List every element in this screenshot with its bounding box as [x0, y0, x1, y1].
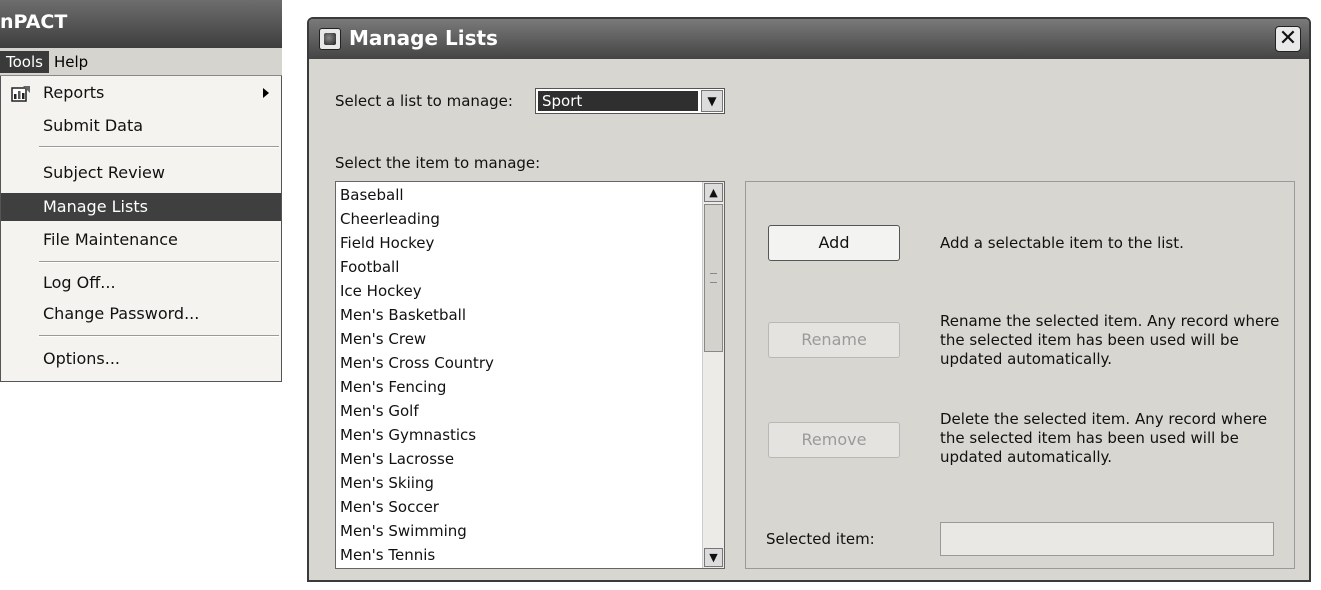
menu-item-subject-review[interactable]: Subject Review [1, 159, 281, 187]
list-item[interactable]: Men's Lacrosse [340, 447, 454, 471]
menu-item-reports[interactable]: Reports [1, 79, 281, 107]
actions-panel: Add Add a selectable item to the list. R… [745, 181, 1295, 569]
app-title: nPACT [0, 11, 68, 33]
list-item[interactable]: Football [340, 255, 399, 279]
menu-separator [39, 146, 279, 148]
menu-item-change-password[interactable]: Change Password... [1, 300, 281, 328]
menu-item-file-maintenance[interactable]: File Maintenance [1, 226, 281, 254]
dropdown-arrow-icon[interactable]: ▼ [701, 90, 723, 112]
dialog-title-bar[interactable]: Manage Lists ✕ [309, 19, 1309, 59]
add-button[interactable]: Add [768, 225, 900, 261]
selected-item-field[interactable] [940, 522, 1274, 556]
list-item[interactable]: Men's Soccer [340, 495, 439, 519]
close-icon[interactable]: ✕ [1275, 26, 1301, 52]
menu-item-reports-label: Reports [43, 83, 105, 102]
remove-description: Delete the selected item. Any record whe… [940, 410, 1268, 466]
manage-lists-dialog: Manage Lists ✕ Select a list to manage: … [307, 17, 1311, 582]
dialog-title: Manage Lists [349, 26, 498, 50]
rename-button[interactable]: Rename [768, 322, 900, 358]
selected-item-label: Selected item: [766, 530, 875, 548]
menu-separator [39, 261, 279, 263]
scroll-down-icon[interactable]: ▼ [704, 548, 723, 567]
menu-bar: Tools Help [0, 48, 282, 76]
app-icon [319, 28, 341, 50]
select-list-label: Select a list to manage: [335, 92, 513, 110]
submenu-arrow-icon [263, 88, 269, 98]
scroll-thumb[interactable] [704, 204, 723, 352]
app-window: nPACT Tools Help Reports Submit Data Sub… [0, 0, 282, 382]
list-item[interactable]: Men's Swimming [340, 519, 467, 543]
list-item[interactable]: Ice Hockey [340, 279, 422, 303]
menu-tools[interactable]: Tools [0, 51, 49, 73]
menu-item-manage-lists[interactable]: Manage Lists [1, 193, 281, 221]
menu-help[interactable]: Help [48, 51, 94, 73]
list-scrollbar[interactable]: ▲ ▼ [702, 182, 724, 568]
select-item-label: Select the item to manage: [335, 154, 541, 172]
list-select-dropdown[interactable]: Sport ▼ [535, 88, 725, 114]
list-item[interactable]: Field Hockey [340, 231, 434, 255]
list-item[interactable]: Baseball [340, 183, 404, 207]
menu-item-options[interactable]: Options... [1, 345, 281, 373]
menu-item-log-off[interactable]: Log Off... [1, 269, 281, 297]
scroll-up-icon[interactable]: ▲ [704, 183, 723, 202]
list-item[interactable]: Men's Crew [340, 327, 426, 351]
list-item[interactable]: Men's Golf [340, 399, 419, 423]
remove-button[interactable]: Remove [768, 422, 900, 458]
list-item[interactable]: Men's Basketball [340, 303, 466, 327]
tools-dropdown-menu: Reports Submit Data Subject Review Manag… [0, 76, 282, 382]
items-listbox[interactable]: Baseball Cheerleading Field Hockey Footb… [335, 181, 725, 569]
menu-item-submit-data[interactable]: Submit Data [1, 112, 281, 140]
list-select-value: Sport [538, 91, 698, 111]
list-item[interactable]: Men's Gymnastics [340, 423, 476, 447]
rename-description: Rename the selected item. Any record whe… [940, 312, 1280, 368]
app-title-bar: nPACT [0, 0, 282, 48]
reports-icon [11, 86, 30, 102]
list-item[interactable]: Men's Tennis [340, 543, 435, 567]
list-item[interactable]: Men's Cross Country [340, 351, 494, 375]
list-item[interactable]: Men's Skiing [340, 471, 434, 495]
list-item[interactable]: Men's Fencing [340, 375, 446, 399]
add-description: Add a selectable item to the list. [940, 234, 1184, 252]
menu-separator [39, 335, 279, 337]
list-item[interactable]: Cheerleading [340, 207, 440, 231]
